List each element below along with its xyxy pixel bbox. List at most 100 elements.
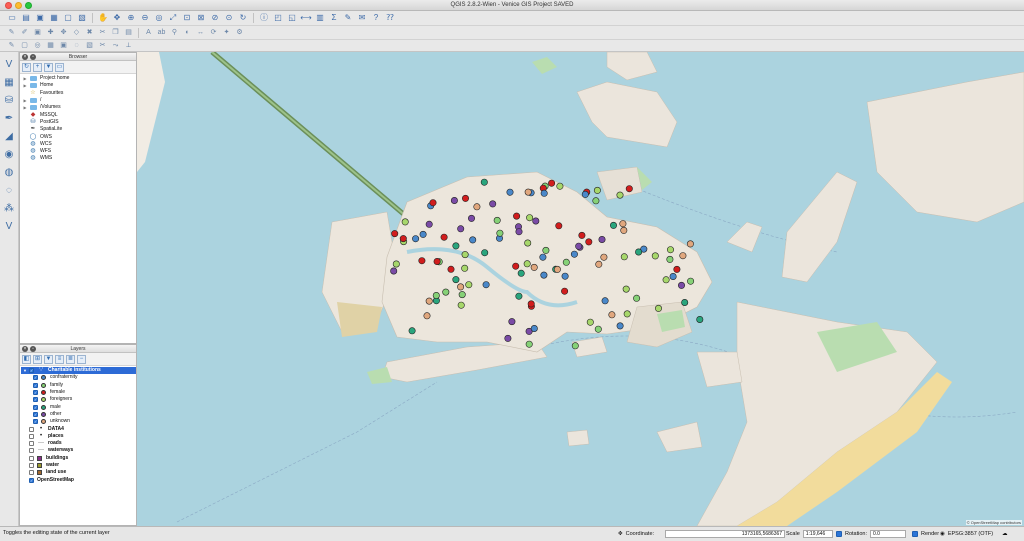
institution-marker[interactable] bbox=[442, 288, 450, 296]
institution-marker[interactable] bbox=[686, 240, 694, 248]
institution-marker[interactable] bbox=[513, 212, 521, 220]
identify-icon[interactable]: ⓘ bbox=[258, 12, 270, 24]
coordinate-field[interactable]: 1373165,5686367 bbox=[665, 530, 786, 538]
institution-marker[interactable] bbox=[540, 189, 548, 197]
select-icon[interactable]: ◰ bbox=[272, 12, 284, 24]
browser-item[interactable]: ◍ WCS bbox=[21, 141, 136, 148]
style-icon[interactable]: ◧ bbox=[22, 354, 31, 364]
layer-row[interactable]: water bbox=[21, 462, 136, 469]
layer-visibility-checkbox[interactable]: ✓ bbox=[29, 368, 34, 374]
institution-marker[interactable] bbox=[619, 220, 627, 228]
institution-marker[interactable] bbox=[461, 251, 469, 259]
pan-icon[interactable]: ✋ bbox=[97, 12, 109, 24]
scale-combo[interactable]: 1:19,646 bbox=[802, 530, 833, 538]
show-hide-label-icon[interactable]: ◐ bbox=[182, 28, 193, 38]
add-vector-layer-icon[interactable]: V bbox=[2, 57, 16, 71]
browser-item[interactable]: ✒ SpatiaLite bbox=[21, 126, 136, 133]
zoom-next-icon[interactable]: ⊙ bbox=[223, 12, 235, 24]
category-row[interactable]: ✓ family bbox=[21, 382, 136, 389]
python-console-icon[interactable]: ⚙ bbox=[234, 28, 245, 38]
cut-icon[interactable]: ✂ bbox=[97, 28, 108, 38]
filter-icon[interactable]: ▼ bbox=[44, 354, 53, 364]
remove-layer-icon[interactable]: − bbox=[77, 354, 86, 364]
category-row[interactable]: ✓ female bbox=[21, 389, 136, 396]
layer-group-row[interactable]: ▼ ✓ ∵ Charitable institutions bbox=[21, 367, 136, 375]
institution-marker[interactable] bbox=[616, 322, 624, 330]
browser-item[interactable]: ☆ Favourites bbox=[21, 90, 136, 97]
institution-marker[interactable] bbox=[469, 236, 477, 244]
category-checkbox[interactable]: ✓ bbox=[33, 404, 38, 410]
institution-marker[interactable] bbox=[571, 342, 579, 350]
refresh-icon[interactable]: ↻ bbox=[237, 12, 249, 24]
layer-visibility-checkbox[interactable] bbox=[29, 426, 34, 432]
institution-marker[interactable] bbox=[681, 299, 689, 307]
change-label-icon[interactable]: ✦ bbox=[221, 28, 232, 38]
collapse-arrow-icon[interactable]: ▼ bbox=[21, 367, 29, 374]
layer-visibility-checkbox[interactable] bbox=[29, 448, 34, 454]
add-raster-layer-icon[interactable]: ▦ bbox=[2, 75, 16, 89]
institution-marker[interactable] bbox=[555, 222, 563, 230]
expand-all-icon[interactable]: ≡ bbox=[55, 354, 64, 364]
institution-marker[interactable] bbox=[696, 315, 704, 323]
window-close-button[interactable] bbox=[5, 2, 12, 9]
institution-marker[interactable] bbox=[392, 260, 400, 268]
fill-ring-icon[interactable]: ▣ bbox=[58, 41, 69, 51]
institution-marker[interactable] bbox=[556, 182, 564, 190]
statistics-icon[interactable]: Σ bbox=[328, 12, 340, 24]
institution-marker[interactable] bbox=[562, 258, 570, 266]
institution-marker[interactable] bbox=[523, 260, 531, 268]
help-icon[interactable]: ? bbox=[370, 12, 382, 24]
institution-marker[interactable] bbox=[412, 235, 420, 243]
category-checkbox[interactable]: ✓ bbox=[33, 397, 38, 403]
annotation-icon[interactable]: ✉ bbox=[356, 12, 368, 24]
delete-part-icon[interactable]: ▧ bbox=[84, 41, 95, 51]
institution-marker[interactable] bbox=[440, 233, 448, 241]
category-checkbox[interactable]: ✓ bbox=[33, 411, 38, 417]
pin-label-icon[interactable]: ⚲ bbox=[169, 28, 180, 38]
institution-marker[interactable] bbox=[578, 231, 586, 239]
institution-marker[interactable] bbox=[530, 263, 538, 271]
coordinate-toggle-icon[interactable]: ✥ bbox=[618, 531, 623, 537]
collapse-icon[interactable]: ▭ bbox=[55, 62, 64, 72]
institution-marker[interactable] bbox=[625, 185, 633, 193]
expand-arrow-icon[interactable]: ▶ bbox=[21, 104, 29, 111]
browser-item[interactable]: ▶ Project home bbox=[21, 75, 136, 82]
institution-marker[interactable] bbox=[601, 297, 609, 305]
layer-row[interactable]: — roads bbox=[21, 440, 136, 447]
institution-marker[interactable] bbox=[452, 242, 460, 250]
add-wms-layer-icon[interactable]: ◉ bbox=[2, 147, 16, 161]
category-row[interactable]: ✓ confraternity bbox=[21, 374, 136, 381]
filter-icon[interactable]: ▼ bbox=[44, 62, 53, 72]
expand-arrow-icon[interactable]: ▶ bbox=[21, 75, 29, 82]
institution-marker[interactable] bbox=[542, 246, 550, 254]
institution-marker[interactable] bbox=[530, 324, 538, 332]
zoom-layer-icon[interactable]: ⊡ bbox=[181, 12, 193, 24]
institution-marker[interactable] bbox=[433, 258, 441, 266]
layer-visibility-checkbox[interactable] bbox=[29, 441, 34, 447]
institution-marker[interactable] bbox=[666, 255, 674, 263]
institution-marker[interactable] bbox=[540, 271, 548, 279]
category-row[interactable]: ✓ foreigners bbox=[21, 396, 136, 403]
institution-marker[interactable] bbox=[517, 269, 525, 277]
institution-marker[interactable] bbox=[600, 253, 608, 261]
institution-marker[interactable] bbox=[504, 334, 512, 342]
institution-marker[interactable] bbox=[570, 250, 578, 258]
institution-marker[interactable] bbox=[515, 228, 523, 236]
institution-marker[interactable] bbox=[654, 304, 662, 312]
institution-marker[interactable] bbox=[391, 230, 399, 238]
save-as-icon[interactable]: ▦ bbox=[48, 12, 60, 24]
institution-marker[interactable] bbox=[677, 281, 685, 289]
institution-marker[interactable] bbox=[390, 267, 398, 275]
institution-marker[interactable] bbox=[526, 214, 534, 222]
institution-marker[interactable] bbox=[473, 203, 481, 211]
institution-marker[interactable] bbox=[561, 287, 569, 295]
browser-item[interactable]: ◍ WFS bbox=[21, 148, 136, 155]
layer-visibility-checkbox[interactable] bbox=[29, 470, 34, 476]
add-delimited-text-icon[interactable]: ⁂ bbox=[2, 201, 16, 215]
browser-item[interactable]: ▶ /Volumes bbox=[21, 104, 136, 111]
institution-marker[interactable] bbox=[623, 310, 631, 318]
offset-curve-icon[interactable]: ⤳ bbox=[110, 41, 121, 51]
composer-manager-icon[interactable]: ▧ bbox=[76, 12, 88, 24]
add-postgis-layer-icon[interactable]: ⛁ bbox=[2, 93, 16, 107]
institution-marker[interactable] bbox=[457, 283, 465, 291]
